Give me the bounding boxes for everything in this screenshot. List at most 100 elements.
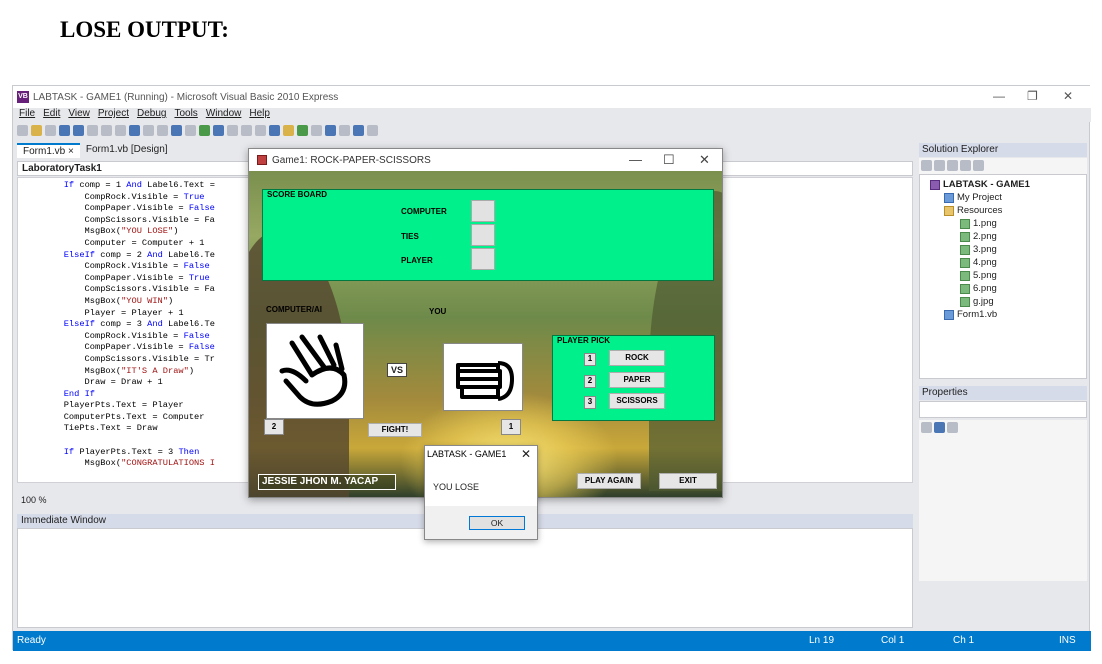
score-label-ties: TIES	[401, 232, 419, 241]
tree-item-file[interactable]: g.jpg	[960, 295, 994, 308]
tree-item-my-project[interactable]: My Project	[944, 191, 1002, 204]
extension-icon[interactable]	[367, 124, 378, 136]
status-bar: Ready Ln 19 Col 1 Ch 1 INS	[13, 631, 1091, 651]
folder-icon	[944, 205, 954, 216]
toolbox-icon[interactable]	[311, 124, 322, 136]
you-label: YOU	[429, 307, 447, 316]
properties-icon[interactable]	[283, 124, 294, 136]
menu-view[interactable]: View	[68, 108, 90, 122]
tree-item-form1[interactable]: Form1.vb	[944, 308, 997, 321]
add-item-icon[interactable]	[45, 124, 56, 136]
pick-number: 3	[584, 396, 596, 409]
step-out-icon[interactable]	[255, 124, 266, 136]
redo-icon[interactable]	[185, 124, 196, 136]
computer-score: 2	[264, 419, 284, 435]
my-project-icon	[944, 192, 954, 203]
tree-item-file[interactable]: 1.png	[960, 217, 997, 230]
step-into-icon[interactable]	[227, 124, 238, 136]
rock-button[interactable]: ROCK	[609, 350, 665, 366]
menu-bar: File Edit View Project Debug Tools Windo…	[13, 108, 1091, 122]
score-box-ties	[471, 224, 495, 246]
menu-help[interactable]: Help	[249, 108, 270, 122]
save-all-icon[interactable]	[73, 124, 84, 136]
maximize-icon[interactable]: ☐	[663, 152, 675, 168]
uncomment-icon[interactable]	[157, 124, 168, 136]
close-icon[interactable]: ✕	[699, 152, 710, 168]
tree-item-file[interactable]: 2.png	[960, 230, 997, 243]
find-icon[interactable]	[129, 124, 140, 136]
restore-icon[interactable]: ❐	[1027, 89, 1038, 103]
properties-icon[interactable]	[921, 160, 932, 171]
scoreboard-title: SCORE BOARD	[267, 190, 328, 199]
properties-toolbar	[919, 420, 1087, 436]
ide-titlebar: VB LABTASK - GAME1 (Running) - Microsoft…	[13, 86, 1091, 108]
cut-icon[interactable]	[87, 124, 98, 136]
step-over-icon[interactable]	[241, 124, 252, 136]
form-icon	[257, 155, 267, 165]
menu-edit[interactable]: Edit	[43, 108, 60, 122]
play-again-button[interactable]: PLAY AGAIN	[577, 473, 641, 489]
tree-item-file[interactable]: 5.png	[960, 269, 997, 282]
player-hand-rock	[443, 343, 523, 411]
menu-file[interactable]: File	[19, 108, 35, 122]
close-icon[interactable]: ✕	[1063, 89, 1073, 103]
paste-icon[interactable]	[115, 124, 126, 136]
categorized-icon[interactable]	[921, 422, 932, 433]
project-icon	[930, 179, 940, 190]
solution-explorer-icon[interactable]	[269, 124, 280, 136]
output-icon[interactable]	[353, 124, 364, 136]
status-col: Col 1	[881, 635, 905, 646]
menu-project[interactable]: Project	[98, 108, 129, 122]
image-file-icon	[960, 231, 970, 242]
exit-button[interactable]: EXIT	[659, 473, 717, 489]
tree-item-resources[interactable]: Resources	[944, 204, 1002, 217]
tree-item-file[interactable]: 4.png	[960, 256, 997, 269]
object-browser-icon[interactable]	[297, 124, 308, 136]
paper-button[interactable]: PAPER	[609, 372, 665, 388]
tab-form1-design[interactable]: Form1.vb [Design]	[80, 143, 174, 158]
image-file-icon	[960, 270, 970, 281]
save-icon[interactable]	[59, 124, 70, 136]
close-icon[interactable]: ✕	[521, 447, 531, 461]
show-all-files-icon[interactable]	[934, 160, 945, 171]
tab-close-icon[interactable]: ×	[68, 146, 74, 157]
rock-fist-icon	[456, 361, 514, 401]
tree-item-project[interactable]: LABTASK - GAME1	[930, 178, 1030, 191]
immediate-window[interactable]	[17, 528, 913, 628]
menu-debug[interactable]: Debug	[137, 108, 166, 122]
image-file-icon	[960, 218, 970, 229]
message-box: LABTASK - GAME1 ✕ YOU LOSE OK	[424, 445, 538, 540]
property-pages-icon[interactable]	[947, 422, 958, 433]
minimize-icon[interactable]: —	[629, 152, 642, 167]
stop-debug-icon[interactable]	[213, 124, 224, 136]
refresh-icon[interactable]	[947, 160, 958, 171]
view-designer-icon[interactable]	[973, 160, 984, 171]
tab-form1-code[interactable]: Form1.vb ×	[17, 143, 80, 158]
copy-icon[interactable]	[101, 124, 112, 136]
error-list-icon[interactable]	[325, 124, 336, 136]
status-ins: INS	[1059, 635, 1076, 646]
open-file-icon[interactable]	[31, 124, 42, 136]
player-pick-title: PLAYER PICK	[557, 336, 611, 345]
alphabetical-icon[interactable]	[934, 422, 945, 433]
form-file-icon	[944, 309, 954, 320]
fight-button[interactable]: FIGHT!	[368, 423, 422, 437]
properties-object-dropdown[interactable]	[919, 401, 1087, 418]
menu-tools[interactable]: Tools	[174, 108, 197, 122]
computer-label: COMPUTER/AI	[266, 305, 322, 314]
view-code-icon[interactable]	[960, 160, 971, 171]
image-file-icon	[960, 257, 970, 268]
minimize-icon[interactable]: —	[993, 89, 1005, 103]
scissors-button[interactable]: SCISSORS	[609, 393, 665, 409]
immediate-icon[interactable]	[339, 124, 350, 136]
image-file-icon	[960, 244, 970, 255]
tree-item-file[interactable]: 6.png	[960, 282, 997, 295]
new-project-icon[interactable]	[17, 124, 28, 136]
tree-item-file[interactable]: 3.png	[960, 243, 997, 256]
start-debug-icon[interactable]	[199, 124, 210, 136]
ide-title: LABTASK - GAME1 (Running) - Microsoft Vi…	[33, 91, 339, 103]
undo-icon[interactable]	[171, 124, 182, 136]
menu-window[interactable]: Window	[206, 108, 242, 122]
ok-button[interactable]: OK	[469, 516, 525, 530]
comment-icon[interactable]	[143, 124, 154, 136]
